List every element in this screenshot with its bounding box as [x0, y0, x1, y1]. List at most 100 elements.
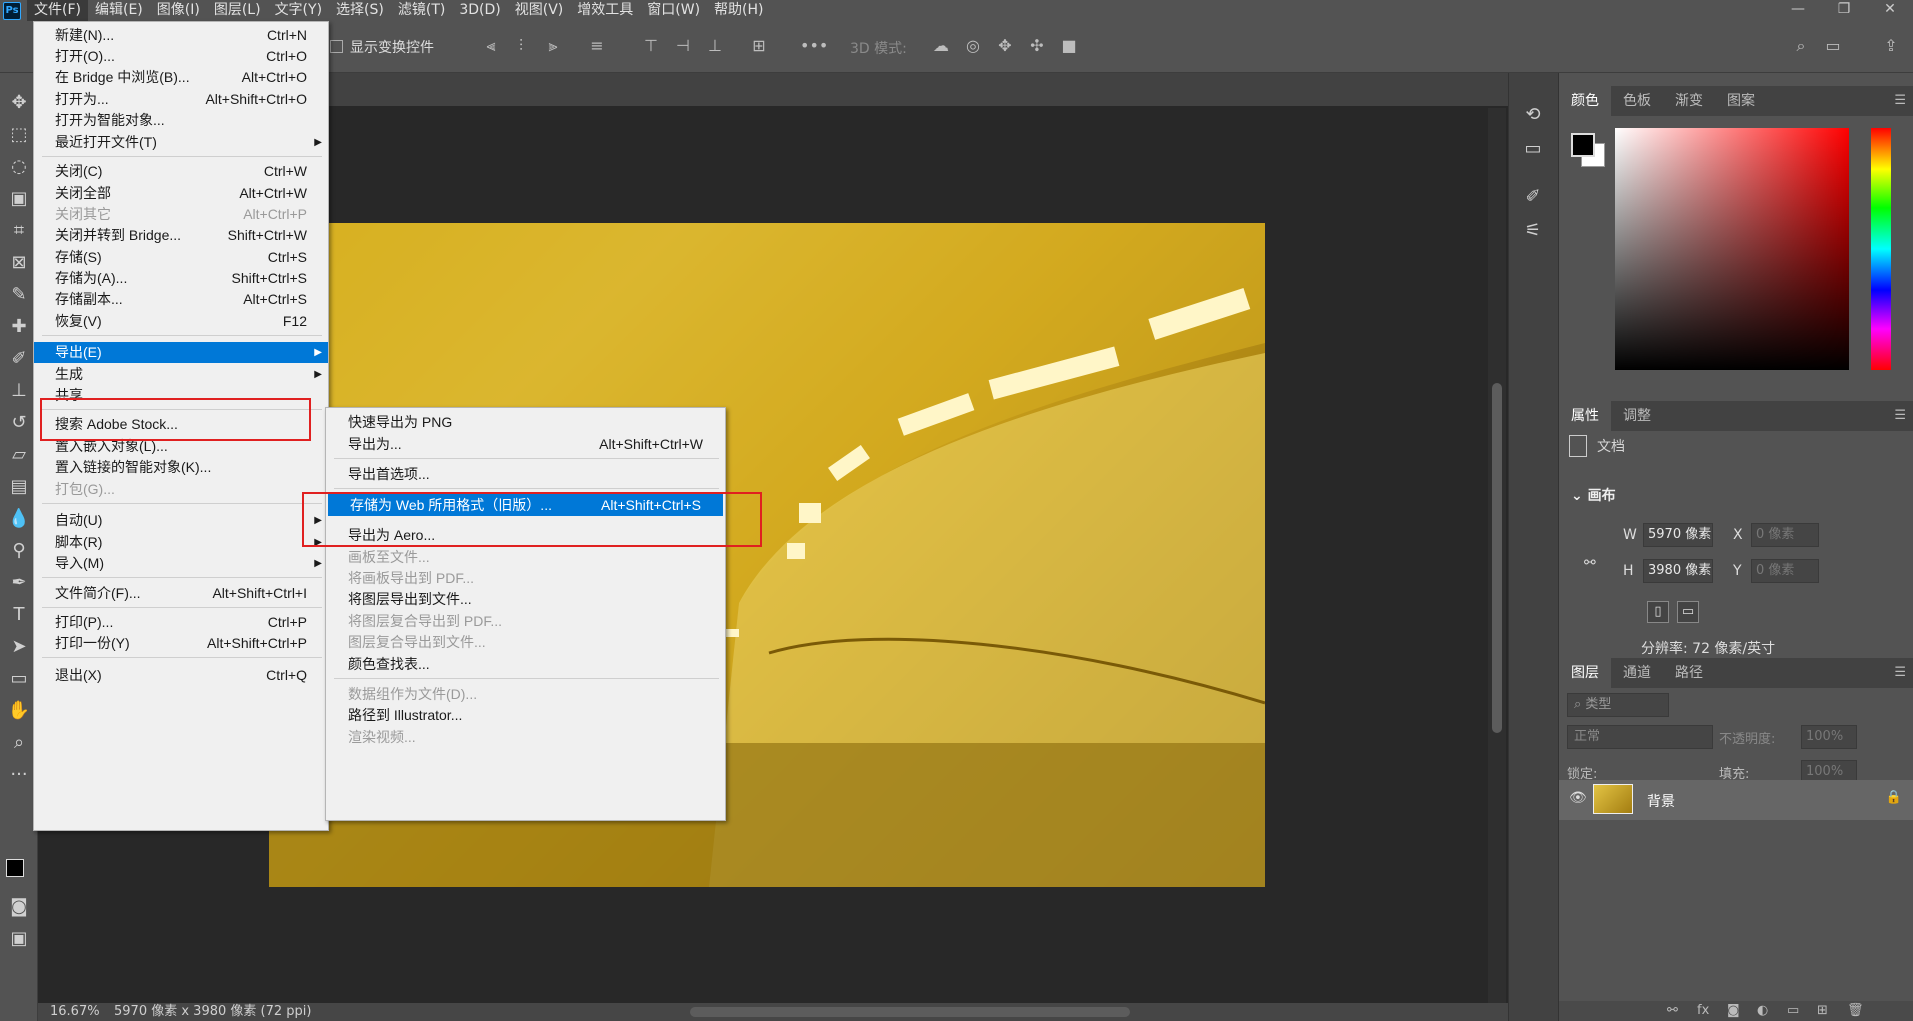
move-tool-icon[interactable]: ✥ — [5, 89, 33, 117]
distribute-vertical-icon[interactable]: ⊞ — [748, 35, 770, 57]
marquee-tool-icon[interactable]: ⬚ — [5, 121, 33, 149]
menu-item-generate[interactable]: 生成 ▶ — [34, 364, 328, 385]
panel-menu-icon[interactable]: ☰ — [1894, 658, 1906, 688]
panel-menu-icon[interactable]: ☰ — [1894, 401, 1906, 431]
submenu-item-paths-to-illustrator[interactable]: 路径到 Illustrator... — [326, 704, 725, 726]
menu-item-place-linked[interactable]: 置入链接的智能对象(K)... — [34, 457, 328, 478]
panel-foreground-color[interactable] — [1571, 133, 1595, 157]
document-info[interactable]: 5970 像素 x 3980 像素 (72 ppi) — [114, 1003, 311, 1021]
menu-item-close-to-bridge[interactable]: 关闭并转到 Bridge... Shift+Ctrl+W — [34, 225, 328, 246]
opacity-field[interactable]: 100% — [1801, 725, 1857, 749]
tab-paths[interactable]: 路径 — [1663, 658, 1715, 688]
tab-gradients[interactable]: 渐变 — [1663, 86, 1715, 116]
submenu-item-export-preferences[interactable]: 导出首选项... — [326, 463, 725, 485]
align-top-icon[interactable]: ⊤ — [640, 35, 662, 57]
menu-item-close-all[interactable]: 关闭全部 Alt+Ctrl+W — [34, 183, 328, 204]
menu-item-scripts[interactable]: 脚本(R) ▶ — [34, 532, 328, 553]
tab-adjustments[interactable]: 调整 — [1611, 401, 1663, 431]
align-middle-icon[interactable]: ⊣ — [672, 35, 694, 57]
align-left-icon[interactable]: ⫷ — [480, 35, 502, 57]
3d-orbit-icon[interactable]: ☁ — [930, 35, 952, 57]
tab-layers[interactable]: 图层 — [1559, 658, 1611, 688]
menu-item-close[interactable]: 关闭(C) Ctrl+W — [34, 161, 328, 182]
align-center-icon[interactable]: ⫶ — [510, 35, 532, 57]
frame-tool-icon[interactable]: ⊠ — [5, 249, 33, 277]
menu-item-recent-files[interactable]: 最近打开文件(T) ▶ — [34, 132, 328, 153]
menu-3d[interactable]: 3D(D) — [452, 0, 507, 21]
hue-slider[interactable] — [1871, 128, 1891, 370]
panel-menu-icon[interactable]: ☰ — [1894, 86, 1906, 116]
width-field[interactable]: 5970 像素 — [1643, 523, 1713, 547]
menu-item-save[interactable]: 存储(S) Ctrl+S — [34, 247, 328, 268]
eyedropper-tool-icon[interactable]: ✎ — [5, 281, 33, 309]
gradient-tool-icon[interactable]: ▤ — [5, 473, 33, 501]
object-select-tool-icon[interactable]: ▣ — [5, 185, 33, 213]
layer-name[interactable]: 背景 — [1647, 791, 1675, 811]
menu-item-automate[interactable]: 自动(U) ▶ — [34, 510, 328, 531]
lasso-tool-icon[interactable]: ◌ — [5, 153, 33, 181]
link-icon[interactable]: ⚯ — [1584, 555, 1596, 571]
menu-item-revert[interactable]: 恢复(V) F12 — [34, 311, 328, 332]
tab-channels[interactable]: 通道 — [1611, 658, 1663, 688]
menu-item-export[interactable]: 导出(E) ▶ — [34, 342, 328, 363]
brush-settings-icon[interactable]: ✐ — [1519, 183, 1547, 211]
3d-camera-icon[interactable]: ■ — [1058, 35, 1080, 57]
visibility-eye-icon[interactable]: 👁 — [1569, 790, 1587, 806]
screen-mode-icon[interactable]: ▣ — [5, 925, 33, 953]
3d-slide-icon[interactable]: ✣ — [1026, 35, 1048, 57]
canvas-section-title[interactable]: ⌄ 画布 — [1571, 485, 1616, 505]
healing-brush-tool-icon[interactable]: ✚ — [5, 313, 33, 341]
rectangle-tool-icon[interactable]: ▭ — [5, 665, 33, 693]
tab-properties[interactable]: 属性 — [1559, 401, 1611, 431]
landscape-orientation-icon[interactable]: ▭ — [1677, 601, 1699, 623]
pen-tool-icon[interactable]: ✒ — [5, 569, 33, 597]
adjustments-icon[interactable]: ⚟ — [1519, 217, 1547, 245]
tab-color[interactable]: 颜色 — [1559, 86, 1611, 116]
vertical-scroll-thumb[interactable] — [1492, 383, 1502, 733]
adjustment-layer-icon[interactable]: ◐ — [1757, 1003, 1768, 1018]
submenu-item-layers-to-files[interactable]: 将图层导出到文件... — [326, 588, 725, 610]
tab-swatches[interactable]: 色板 — [1611, 86, 1663, 116]
vertical-scrollbar[interactable] — [1488, 108, 1506, 1003]
layer-filter-input[interactable]: ⌕ 类型 — [1567, 693, 1669, 717]
menu-item-save-copy[interactable]: 存储副本... Alt+Ctrl+S — [34, 289, 328, 310]
menu-item-print-one-copy[interactable]: 打印一份(Y) Alt+Shift+Ctrl+P — [34, 633, 328, 654]
submenu-item-quick-export-png[interactable]: 快速导出为 PNG — [326, 411, 725, 433]
hand-tool-icon[interactable]: ✋ — [5, 697, 33, 725]
new-layer-icon[interactable]: ⊞ — [1817, 1003, 1828, 1018]
menu-plugins[interactable]: 增效工具 — [570, 0, 640, 21]
menu-help[interactable]: 帮助(H) — [707, 0, 770, 21]
layer-style-icon[interactable]: fx — [1697, 1003, 1709, 1018]
menu-image[interactable]: 图像(I) — [150, 0, 207, 21]
align-bottom-icon[interactable]: ⊥ — [704, 35, 726, 57]
layer-row[interactable]: 👁 背景 🔒 — [1559, 780, 1913, 820]
add-mask-icon[interactable]: ◙ — [1727, 1003, 1740, 1018]
submenu-item-color-lookup-tables[interactable]: 颜色查找表... — [326, 653, 725, 675]
3d-roll-icon[interactable]: ◎ — [962, 35, 984, 57]
search-icon[interactable]: ⌕ — [1790, 35, 1812, 57]
menu-item-import[interactable]: 导入(M) ▶ — [34, 553, 328, 574]
share-icon[interactable]: ⇪ — [1880, 35, 1902, 57]
distribute-icon[interactable]: ≡ — [586, 35, 608, 57]
eraser-tool-icon[interactable]: ▱ — [5, 441, 33, 469]
tab-patterns[interactable]: 图案 — [1715, 86, 1767, 116]
menu-item-new[interactable]: 新建(N)... Ctrl+N — [34, 25, 328, 46]
3d-pan-icon[interactable]: ✥ — [994, 35, 1016, 57]
submenu-item-export-as[interactable]: 导出为... Alt+Shift+Ctrl+W — [326, 433, 725, 455]
more-options-icon[interactable]: ••• — [800, 35, 828, 57]
menu-item-file-info[interactable]: 文件简介(F)... Alt+Shift+Ctrl+I — [34, 583, 328, 604]
comments-panel-icon[interactable]: ▭ — [1519, 135, 1547, 163]
new-group-icon[interactable]: ▭ — [1787, 1003, 1799, 1018]
menu-window[interactable]: 窗口(W) — [640, 0, 707, 21]
delete-layer-icon[interactable]: 🗑 — [1847, 1003, 1864, 1018]
close-icon[interactable]: ✕ — [1867, 0, 1913, 21]
menu-type[interactable]: 文字(Y) — [268, 0, 329, 21]
menu-item-browse-bridge[interactable]: 在 Bridge 中浏览(B)... Alt+Ctrl+O — [34, 67, 328, 88]
minimize-icon[interactable]: — — [1775, 0, 1821, 21]
link-layers-icon[interactable]: ⚯ — [1667, 1003, 1678, 1018]
x-field[interactable]: 0 像素 — [1751, 523, 1819, 547]
show-transform-checkbox[interactable] — [330, 40, 343, 53]
clone-stamp-tool-icon[interactable]: ⊥ — [5, 377, 33, 405]
horizontal-scroll-thumb[interactable] — [690, 1007, 1130, 1017]
crop-tool-icon[interactable]: ⌗ — [5, 217, 33, 245]
